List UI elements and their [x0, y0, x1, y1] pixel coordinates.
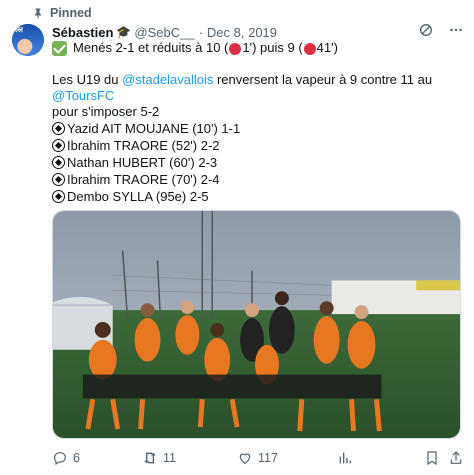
tweet-actions: 6 11 117 [52, 450, 462, 468]
like-count: 117 [258, 451, 278, 465]
line1-text-b: 1') puis 9 ( [242, 40, 303, 55]
para-text-c: pour s'imposer 5-2 [52, 104, 160, 119]
pinned-indicator: Pinned [32, 5, 92, 21]
avatar[interactable]: ल्ल [12, 24, 44, 56]
separator-dot: · [198, 24, 203, 40]
tweet-line1: Menés 2-1 et réduits à 10 ( 1') puis 9 (… [52, 40, 338, 56]
tweet-photo[interactable] [52, 210, 461, 439]
tweet-header: Sébastien 🎓 @SebC__ · Dec 8, 2019 [52, 23, 277, 41]
list-item: Ibrahim TRAORE (70') 2-4 [52, 171, 240, 188]
list-item: Nathan HUBERT (60') 2-3 [52, 154, 240, 171]
bookmark-button[interactable] [424, 450, 440, 466]
retweet-count: 11 [163, 451, 176, 465]
top-actions [418, 22, 464, 38]
heart-icon [239, 453, 251, 465]
retweet-button[interactable]: 11 [142, 450, 176, 466]
retweet-icon [144, 452, 156, 464]
soccer-ball-icon [52, 156, 65, 169]
list-item: Ibrahim TRAORE (52') 2-2 [52, 137, 240, 154]
scorer-text: Ibrahim TRAORE (52') 2-2 [67, 138, 220, 153]
like-button[interactable]: 117 [237, 450, 278, 466]
scorer-text: Nathan HUBERT (60') 2-3 [67, 155, 218, 170]
soccer-ball-icon [52, 122, 65, 135]
list-item: Dembo SYLLA (95e) 2-5 [52, 188, 240, 205]
views-button[interactable] [337, 450, 353, 466]
tweet-paragraph: Les U19 du @stadelavallois renversent la… [52, 72, 462, 120]
reply-button[interactable]: 6 [52, 450, 80, 466]
line1-text-a: Menés 2-1 et réduits à 10 ( [73, 40, 229, 55]
soccer-ball-icon [52, 190, 65, 203]
pinned-label: Pinned [50, 6, 92, 20]
grok-icon[interactable] [418, 22, 434, 38]
author-name[interactable]: Sébastien [52, 25, 113, 40]
bookmark-icon [427, 451, 437, 466]
share-button[interactable] [448, 450, 464, 466]
red-circle-icon [303, 42, 316, 55]
share-icon [450, 451, 462, 464]
red-circle-icon [229, 42, 242, 55]
line1-text-c: 41') [316, 40, 338, 55]
scorer-text: Ibrahim TRAORE (70') 2-4 [67, 172, 220, 187]
more-icon[interactable] [448, 22, 464, 38]
para-text-a: Les U19 du [52, 72, 123, 87]
reply-count: 6 [73, 451, 80, 465]
scorer-text: Yazid AIT MOUJANE (10') 1-1 [67, 121, 241, 136]
check-mark-icon [52, 40, 67, 56]
tweet-date[interactable]: Dec 8, 2019 [207, 25, 277, 40]
pin-icon [35, 8, 41, 19]
mention-toursfc[interactable]: @ToursFC [52, 88, 114, 103]
para-text-b: renversent la vapeur à 9 contre 11 au [213, 72, 433, 87]
team-photo-image [53, 211, 460, 438]
soccer-ball-icon [52, 173, 65, 186]
reply-icon [54, 452, 66, 466]
views-icon [339, 452, 351, 464]
scorers-list: Yazid AIT MOUJANE (10') 1-1 Ibrahim TRAO… [52, 120, 240, 205]
scorer-text: Dembo SYLLA (95e) 2-5 [67, 189, 209, 204]
mention-stadelavallois[interactable]: @stadelavallois [122, 72, 213, 87]
author-handle[interactable]: @SebC__ [134, 25, 194, 40]
list-item: Yazid AIT MOUJANE (10') 1-1 [52, 120, 240, 137]
soccer-ball-icon [52, 139, 65, 152]
graduation-cap-icon: 🎓 [116, 25, 132, 39]
